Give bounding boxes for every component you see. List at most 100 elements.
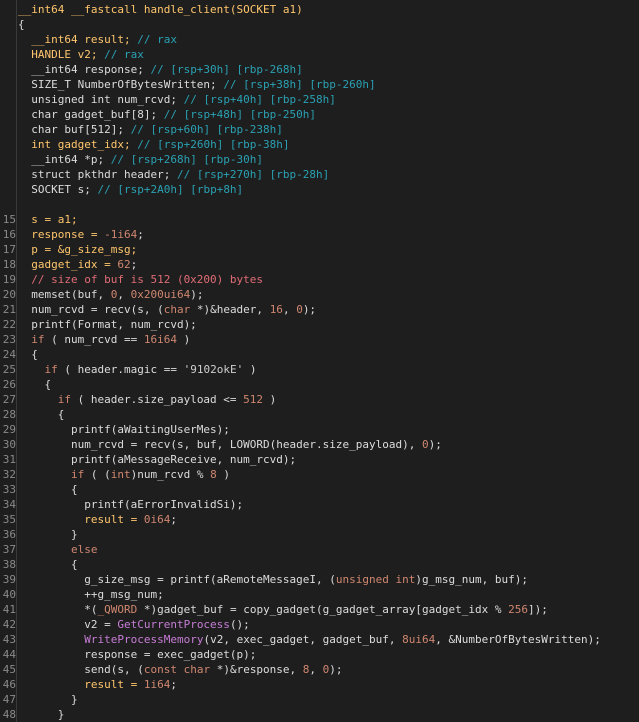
code-line[interactable]: 26 { — [0, 377, 639, 392]
code-token: const char — [143, 663, 211, 676]
code-line[interactable]: 16 response = -1i64; — [0, 227, 639, 242]
line-number: 48 — [2, 708, 16, 721]
code-line[interactable]: 48 } — [0, 707, 639, 722]
code-line[interactable]: 37 else — [0, 542, 639, 557]
code-text: result = 0i64; — [18, 512, 177, 527]
code-text: if ( header.magic == '9102okE' ) — [18, 362, 256, 377]
code-line[interactable]: 42 v2 = GetCurrentProcess(); — [0, 617, 639, 632]
code-text: response = exec_gadget(p); — [18, 647, 256, 662]
code-line[interactable]: 17 p = &g_size_msg; — [0, 242, 639, 257]
code-token: 16 — [269, 303, 283, 316]
line-number: 30 — [2, 438, 16, 451]
code-line[interactable]: 28 { — [0, 407, 639, 422]
code-text: __int64 response; // [rsp+30h] [rbp-268h… — [18, 62, 303, 77]
code-line[interactable]: struct pkthdr header; // [rsp+270h] [rbp… — [0, 167, 639, 182]
code-text: printf(Format, num_rcvd); — [18, 317, 197, 332]
line-number: 17 — [2, 243, 16, 256]
code-line[interactable]: 33 { — [0, 482, 639, 497]
code-line[interactable]: 24 { — [0, 347, 639, 362]
code-line[interactable]: int gadget_idx; // [rsp+260h] [rbp-38h] — [0, 137, 639, 152]
code-token: ++g_msg_num; — [18, 588, 164, 601]
code-line[interactable]: 19 // size of buf is 512 (0x200) bytes — [0, 272, 639, 287]
code-line[interactable]: 47 } — [0, 692, 639, 707]
code-token: ); — [190, 288, 204, 301]
code-line[interactable]: 34 printf(aErrorInvalidSi); — [0, 497, 639, 512]
code-line[interactable]: 31 printf(aMessageReceive, num_rcvd); — [0, 452, 639, 467]
code-line[interactable]: 29 printf(aWaitingUserMes); — [0, 422, 639, 437]
line-number: 21 — [2, 303, 16, 316]
code-token: *)&header, — [190, 303, 270, 316]
line-number: 40 — [2, 588, 16, 601]
code-token: int gadget_idx; — [18, 138, 138, 151]
line-number: 46 — [2, 678, 16, 691]
line-number: 26 — [2, 378, 16, 391]
code-line[interactable]: 44 response = exec_gadget(p); — [0, 647, 639, 662]
pseudocode-view[interactable]: __int64 __fastcall handle_client(SOCKET … — [0, 0, 639, 722]
code-token: memset(buf, — [18, 288, 111, 301]
code-line[interactable]: char buf[512]; // [rsp+60h] [rbp-238h] — [0, 122, 639, 137]
line-number: 16 — [2, 228, 16, 241]
code-token: ) — [243, 363, 257, 376]
code-token: char gadget_buf[8]; — [18, 108, 164, 121]
line-number: 22 — [2, 318, 16, 331]
code-line[interactable]: SIZE_T NumberOfBytesWritten; // [rsp+38h… — [0, 77, 639, 92]
code-line[interactable]: __int64 *p; // [rsp+268h] [rbp-30h] — [0, 152, 639, 167]
code-text: memset(buf, 0, 0x200ui64); — [18, 287, 203, 302]
line-number: 32 — [2, 468, 16, 481]
code-line[interactable]: 21 num_rcvd = recv(s, (char *)&header, 1… — [0, 302, 639, 317]
code-line[interactable]: { — [0, 17, 639, 32]
line-number: 28 — [2, 408, 16, 421]
code-line[interactable]: HANDLE v2; // rax — [0, 47, 639, 62]
code-line[interactable]: 30 num_rcvd = recv(s, buf, LOWORD(header… — [0, 437, 639, 452]
line-number: 45 — [2, 663, 16, 676]
line-number: 23 — [2, 333, 16, 346]
code-text: printf(aErrorInvalidSi); — [18, 497, 243, 512]
code-line[interactable]: SOCKET s; // [rsp+2A0h] [rbp+8h] — [0, 182, 639, 197]
code-line[interactable]: 20 memset(buf, 0, 0x200ui64); — [0, 287, 639, 302]
code-line[interactable]: 46 result = 1i64; — [0, 677, 639, 692]
code-line[interactable]: 15 s = a1; — [0, 212, 639, 227]
code-token: // size of buf is 512 (0x200) bytes — [18, 273, 264, 286]
code-token: __int64 *p; — [18, 153, 111, 166]
code-token: , — [282, 303, 297, 316]
code-line[interactable]: 32 if ( (int)num_rcvd % 8 ) — [0, 467, 639, 482]
line-number: 27 — [2, 393, 16, 406]
code-line[interactable]: 35 result = 0i64; — [0, 512, 639, 527]
code-text: struct pkthdr header; // [rsp+270h] [rbp… — [18, 167, 329, 182]
code-line[interactable]: unsigned int num_rcvd; // [rsp+40h] [rbp… — [0, 92, 639, 107]
code-token: ); — [329, 663, 343, 676]
code-line[interactable] — [0, 197, 639, 212]
code-line[interactable]: __int64 result; // rax — [0, 32, 639, 47]
code-text: // size of buf is 512 (0x200) bytes — [18, 272, 263, 287]
code-token: SOCKET s; — [18, 183, 98, 196]
code-token: WriteProcessMemory — [84, 633, 204, 646]
code-token: 0x200ui64 — [130, 288, 191, 301]
line-number: 47 — [2, 693, 16, 706]
code-token: GetCurrentProcess — [117, 618, 230, 631]
code-token: } — [18, 693, 78, 706]
code-token: // [rsp+60h] [rbp-238h] — [130, 123, 283, 136]
code-token: _QWORD — [97, 603, 138, 616]
code-text: else — [18, 542, 98, 557]
code-line[interactable]: 36 } — [0, 527, 639, 542]
line-number: 34 — [2, 498, 16, 511]
code-line[interactable]: 23 if ( num_rcvd == 16i64 ) — [0, 332, 639, 347]
code-line[interactable]: 41 *(_QWORD *)gadget_buf = copy_gadget(g… — [0, 602, 639, 617]
code-token: g_size_msg = printf(aRemoteMessageI, ( — [18, 573, 336, 586]
code-token: if — [18, 363, 58, 376]
code-text: { — [18, 407, 65, 422]
code-line[interactable]: 25 if ( header.magic == '9102okE' ) — [0, 362, 639, 377]
code-line[interactable]: __int64 response; // [rsp+30h] [rbp-268h… — [0, 62, 639, 77]
code-line[interactable]: 45 send(s, (const char *)&response, 8, 0… — [0, 662, 639, 677]
code-line[interactable]: 40 ++g_msg_num; — [0, 587, 639, 602]
code-line[interactable]: 43 WriteProcessMemory(v2, exec_gadget, g… — [0, 632, 639, 647]
code-line[interactable]: 22 printf(Format, num_rcvd); — [0, 317, 639, 332]
code-line[interactable]: 38 { — [0, 557, 639, 572]
code-line[interactable]: 27 if ( header.size_payload <= 512 ) — [0, 392, 639, 407]
code-line[interactable]: char gadget_buf[8]; // [rsp+48h] [rbp-25… — [0, 107, 639, 122]
code-token: // [rsp+260h] [rbp-38h] — [137, 138, 290, 151]
code-line[interactable]: 18 gadget_idx = 62; — [0, 257, 639, 272]
code-line[interactable]: 39 g_size_msg = printf(aRemoteMessageI, … — [0, 572, 639, 587]
code-token: ( num_rcvd == — [44, 333, 144, 346]
code-line[interactable]: __int64 __fastcall handle_client(SOCKET … — [0, 2, 639, 17]
